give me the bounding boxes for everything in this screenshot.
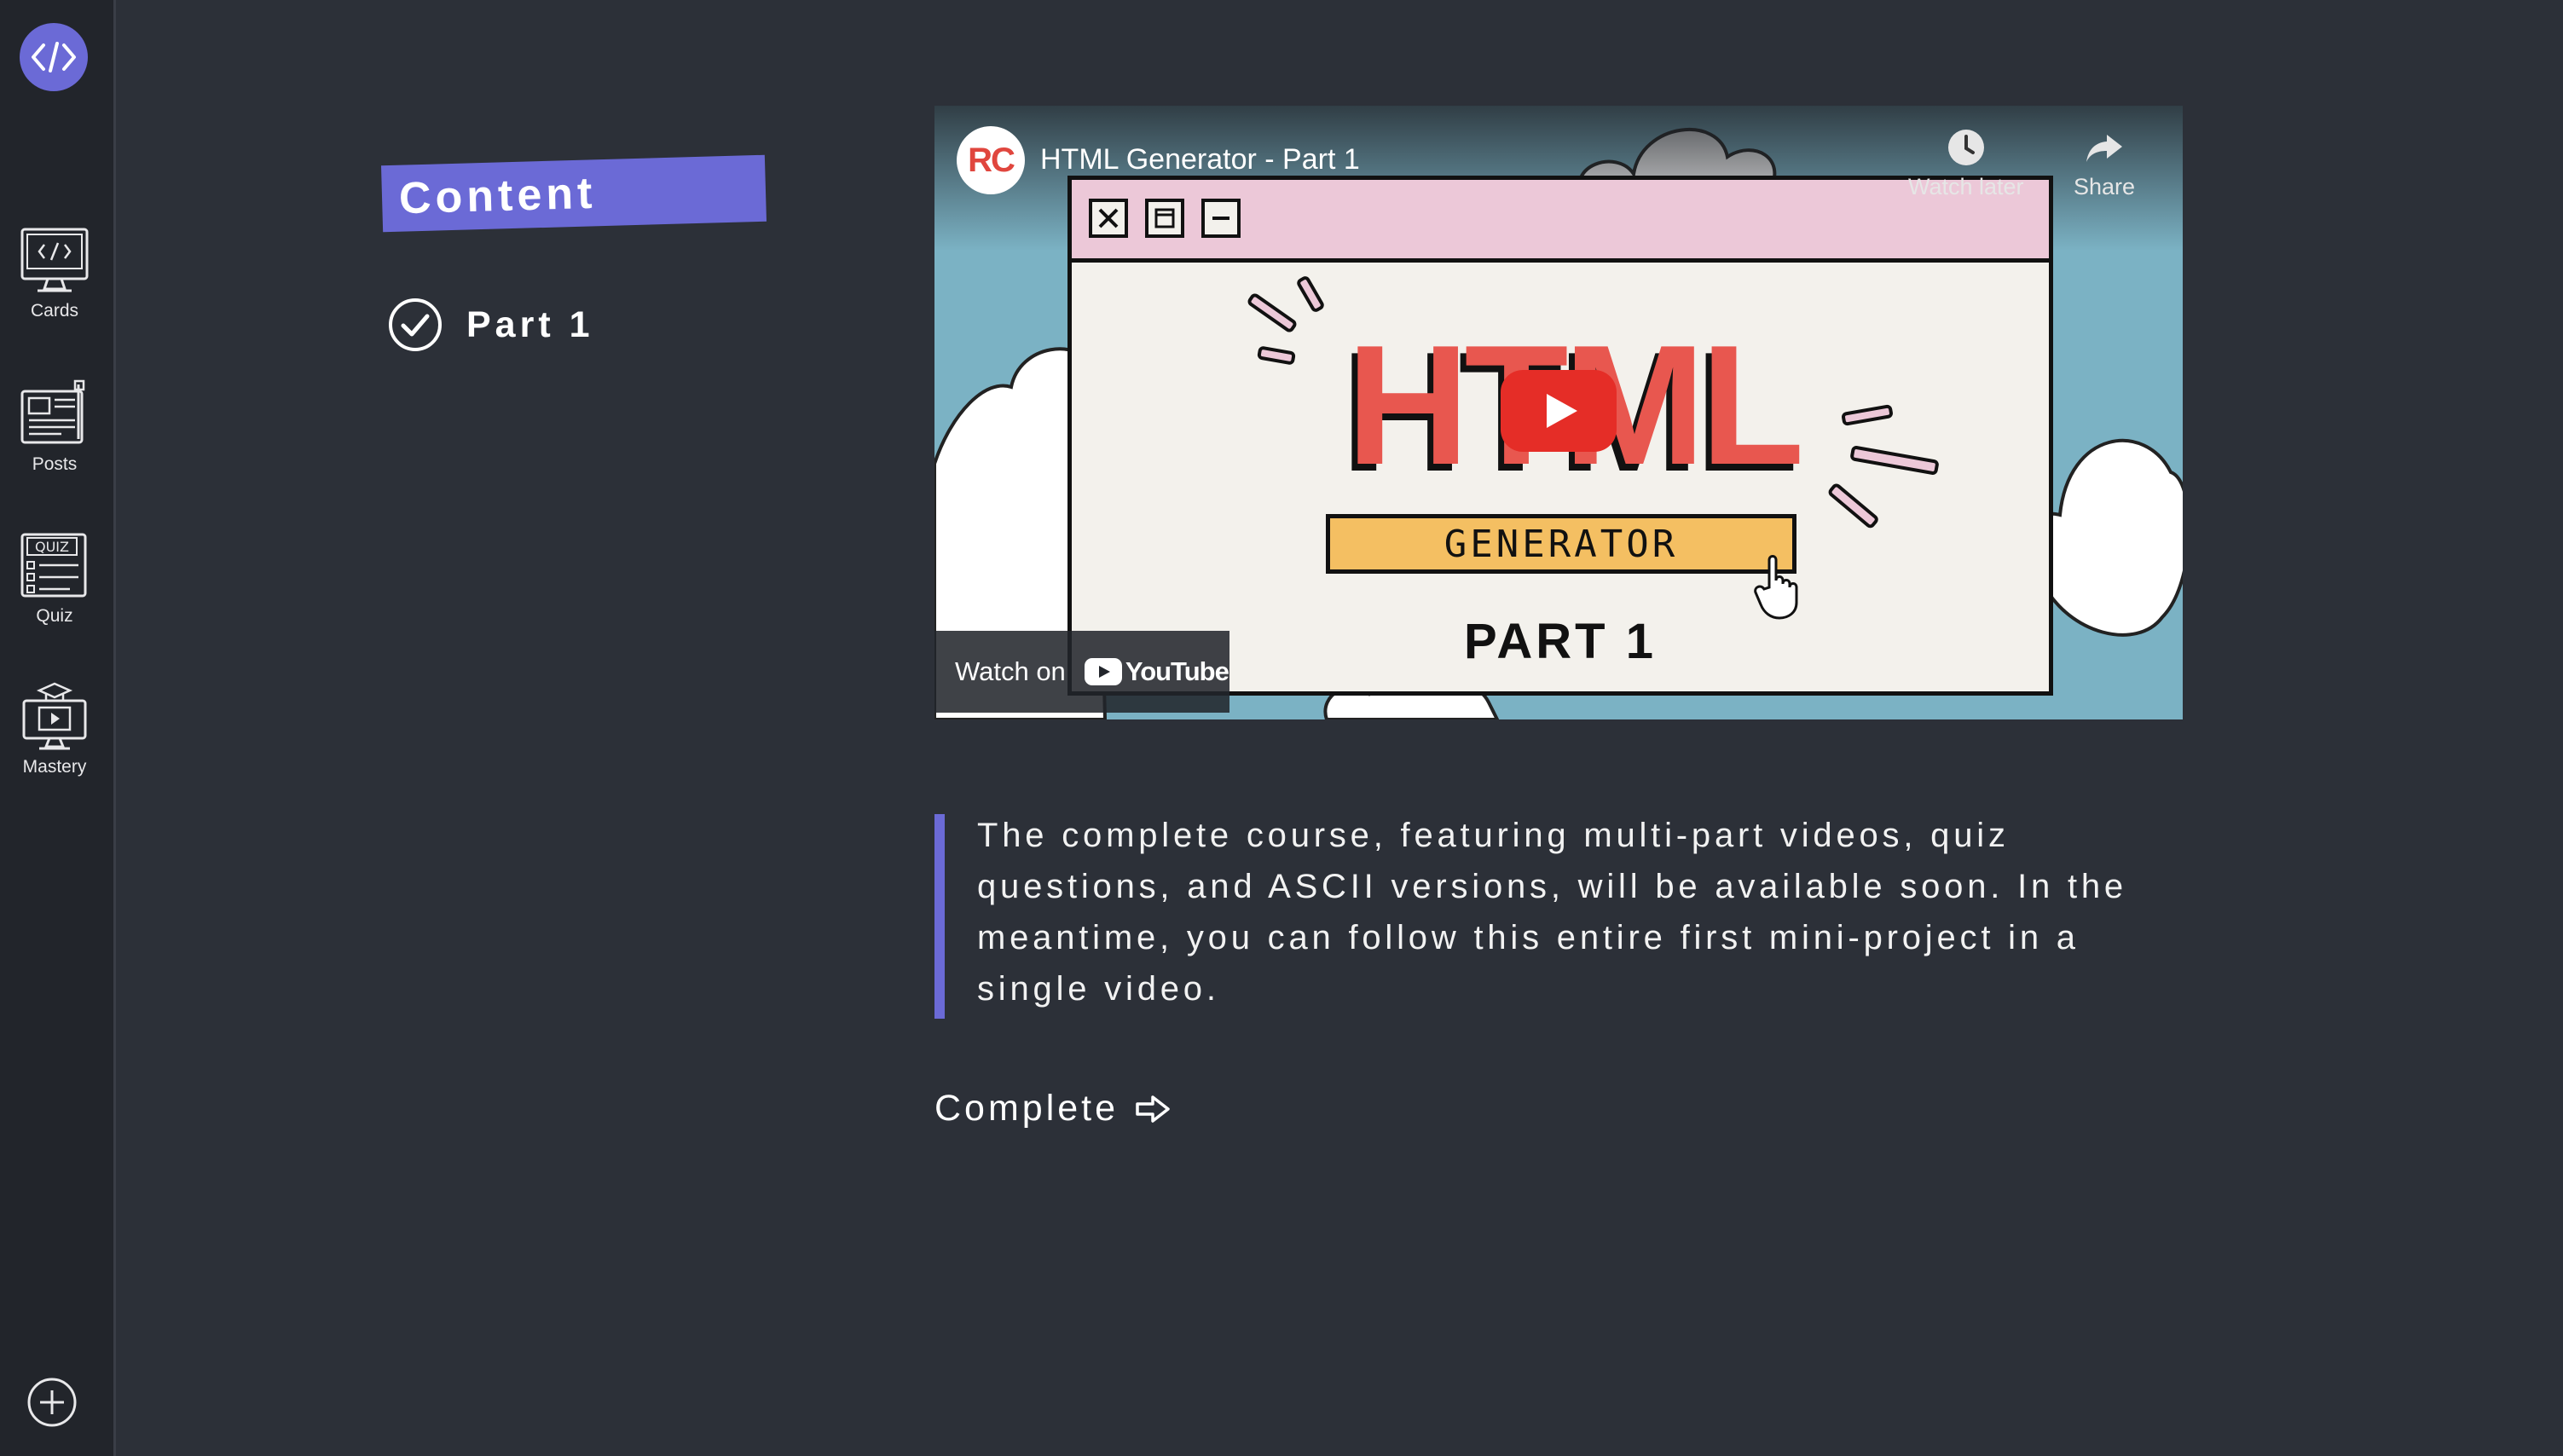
channel-avatar[interactable]: RC — [957, 126, 1025, 194]
quiz-sheet-icon: QUIZ — [20, 533, 87, 598]
clock-icon — [1947, 130, 1984, 165]
share-button[interactable]: Share — [2074, 128, 2135, 200]
quote-accent-bar — [934, 814, 945, 1019]
sidebar-item-label: Posts — [32, 454, 78, 474]
part-item[interactable]: Part 1 — [388, 298, 594, 352]
sidebar-item-label: Quiz — [36, 606, 73, 626]
add-button[interactable] — [26, 1377, 78, 1428]
watch-on-label: Watch on — [955, 656, 1066, 686]
sidebar-item-label: Mastery — [22, 757, 87, 777]
hand-cursor-icon — [1754, 555, 1798, 620]
play-icon — [1501, 370, 1617, 452]
video-title[interactable]: HTML Generator - Part 1 — [1040, 143, 1360, 176]
sidebar-item-label: Cards — [30, 301, 79, 321]
youtube-wordmark: YouTube — [1125, 656, 1229, 686]
newspaper-icon — [20, 379, 85, 444]
svg-text:QUIZ: QUIZ — [35, 539, 69, 555]
sidebar-item-posts[interactable]: Posts — [0, 379, 109, 475]
content-heading: Content — [380, 153, 767, 233]
watch-on-youtube-button[interactable]: Watch on YouTube — [934, 631, 1229, 713]
youtube-play-icon — [1084, 658, 1122, 685]
app-logo[interactable] — [20, 23, 88, 91]
play-button[interactable] — [1501, 370, 1617, 452]
mastery-monitor-icon — [22, 682, 87, 750]
sidebar-item-quiz[interactable]: QUIZ Quiz — [0, 531, 109, 627]
complete-label: Complete — [934, 1088, 1120, 1129]
part-item-label: Part 1 — [466, 303, 594, 345]
content-heading-text: Content — [398, 168, 598, 224]
complete-button[interactable]: Complete — [934, 1088, 1172, 1130]
code-brackets-icon — [32, 42, 76, 72]
plus-circle-icon — [27, 1378, 77, 1427]
sidebar-item-mastery[interactable]: Mastery — [0, 682, 109, 777]
check-circle-icon — [389, 298, 442, 351]
watch-later-label: Watch later — [1908, 174, 2024, 199]
share-label: Share — [2074, 174, 2136, 199]
arrow-right-icon — [1136, 1095, 1170, 1123]
video-player[interactable]: HTML GENERATOR PART 1 RC HTML Generator … — [934, 106, 2183, 719]
code-screen-icon — [20, 228, 89, 292]
description-text: The complete course, featuring multi-par… — [977, 817, 2127, 1008]
youtube-logo: YouTube — [1084, 656, 1229, 687]
thumbnail-subheadline: GENERATOR — [1326, 514, 1796, 574]
sidebar-item-cards[interactable]: Cards — [0, 226, 109, 321]
watch-later-button[interactable]: Watch later — [1908, 128, 2024, 200]
sidebar: Cards Posts QUIZ Quiz Mastery — [0, 0, 116, 1456]
share-arrow-icon — [2086, 135, 2123, 162]
